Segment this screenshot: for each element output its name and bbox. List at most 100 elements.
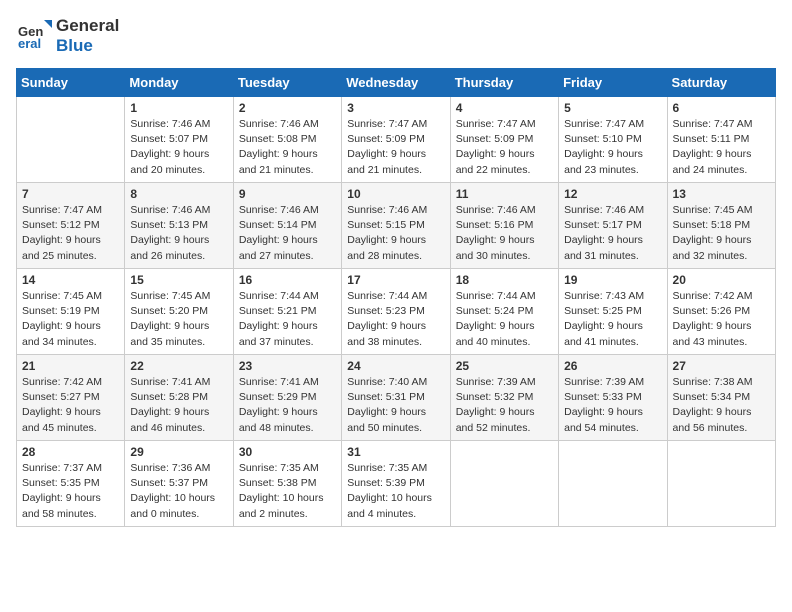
day-number: 17 xyxy=(347,273,444,287)
day-info: Sunrise: 7:39 AMSunset: 5:32 PMDaylight:… xyxy=(456,375,553,436)
day-number: 16 xyxy=(239,273,336,287)
calendar-cell: 10Sunrise: 7:46 AMSunset: 5:15 PMDayligh… xyxy=(342,183,450,269)
day-info: Sunrise: 7:42 AMSunset: 5:26 PMDaylight:… xyxy=(673,289,770,350)
day-info: Sunrise: 7:45 AMSunset: 5:18 PMDaylight:… xyxy=(673,203,770,264)
calendar-cell: 16 Sunrise: 7:44 AMSunset: 5:21 PMDayligh… xyxy=(233,269,341,355)
day-number: 18 xyxy=(456,273,553,287)
calendar-cell: 21 Sunrise: 7:42 AMSunset: 5:27 PMDayligh… xyxy=(17,355,125,441)
calendar-cell: 11 Sunrise: 7:46 AMSunset: 5:16 PMDayligh… xyxy=(450,183,558,269)
day-info: Sunrise: 7:41 AMSunset: 5:29 PMDaylight:… xyxy=(239,375,336,436)
day-number: 22 xyxy=(130,359,227,373)
day-header-wednesday: Wednesday xyxy=(342,69,450,97)
day-number: 19 xyxy=(564,273,661,287)
day-number: 11 xyxy=(456,187,553,201)
day-info: Sunrise: 7:44 AMSunset: 5:24 PMDaylight:… xyxy=(456,289,553,350)
day-info: Sunrise: 7:46 AMSunset: 5:13 PMDaylight:… xyxy=(130,203,227,264)
day-info: Sunrise: 7:40 AMSunset: 5:31 PMDaylight:… xyxy=(347,375,444,436)
day-number: 8 xyxy=(130,187,227,201)
calendar-cell: 5 Sunrise: 7:47 AMSunset: 5:10 PMDaylight… xyxy=(559,97,667,183)
logo: Gen eral General Blue xyxy=(16,16,119,56)
day-info: Sunrise: 7:41 AMSunset: 5:28 PMDaylight:… xyxy=(130,375,227,436)
week-row-3: 14 Sunrise: 7:45 AMSunset: 5:19 PMDayligh… xyxy=(17,269,776,355)
day-number: 4 xyxy=(456,101,553,115)
day-info: Sunrise: 7:39 AMSunset: 5:33 PMDaylight:… xyxy=(564,375,661,436)
day-number: 12 xyxy=(564,187,661,201)
day-header-saturday: Saturday xyxy=(667,69,775,97)
day-info: Sunrise: 7:45 AMSunset: 5:19 PMDaylight:… xyxy=(22,289,119,350)
day-info: Sunrise: 7:46 AMSunset: 5:08 PMDaylight:… xyxy=(239,117,336,178)
day-number: 27 xyxy=(673,359,770,373)
day-info: Sunrise: 7:38 AMSunset: 5:34 PMDaylight:… xyxy=(673,375,770,436)
days-header-row: SundayMondayTuesdayWednesdayThursdayFrid… xyxy=(17,69,776,97)
calendar-cell: 17 Sunrise: 7:44 AMSunset: 5:23 PMDayligh… xyxy=(342,269,450,355)
logo-wordmark: General Blue xyxy=(56,16,119,56)
week-row-5: 28Sunrise: 7:37 AMSunset: 5:35 PMDayligh… xyxy=(17,441,776,527)
calendar-cell: 18 Sunrise: 7:44 AMSunset: 5:24 PMDayligh… xyxy=(450,269,558,355)
day-info: Sunrise: 7:37 AMSunset: 5:35 PMDaylight:… xyxy=(22,461,119,522)
day-number: 14 xyxy=(22,273,119,287)
calendar-cell: 3 Sunrise: 7:47 AMSunset: 5:09 PMDaylight… xyxy=(342,97,450,183)
calendar-cell: 22 Sunrise: 7:41 AMSunset: 5:28 PMDayligh… xyxy=(125,355,233,441)
svg-text:eral: eral xyxy=(18,36,41,51)
day-info: Sunrise: 7:45 AMSunset: 5:20 PMDaylight:… xyxy=(130,289,227,350)
day-info: Sunrise: 7:46 AMSunset: 5:17 PMDaylight:… xyxy=(564,203,661,264)
calendar-table: SundayMondayTuesdayWednesdayThursdayFrid… xyxy=(16,68,776,527)
calendar-cell: 7Sunrise: 7:47 AMSunset: 5:12 PMDaylight… xyxy=(17,183,125,269)
day-number: 3 xyxy=(347,101,444,115)
day-number: 20 xyxy=(673,273,770,287)
calendar-cell: 13Sunrise: 7:45 AMSunset: 5:18 PMDayligh… xyxy=(667,183,775,269)
calendar-cell: 12 Sunrise: 7:46 AMSunset: 5:17 PMDayligh… xyxy=(559,183,667,269)
calendar-cell: 6Sunrise: 7:47 AMSunset: 5:11 PMDaylight… xyxy=(667,97,775,183)
calendar-cell: 2Sunrise: 7:46 AMSunset: 5:08 PMDaylight… xyxy=(233,97,341,183)
day-info: Sunrise: 7:46 AMSunset: 5:16 PMDaylight:… xyxy=(456,203,553,264)
day-number: 26 xyxy=(564,359,661,373)
calendar-cell: 23 Sunrise: 7:41 AMSunset: 5:29 PMDayligh… xyxy=(233,355,341,441)
day-info: Sunrise: 7:36 AMSunset: 5:37 PMDaylight:… xyxy=(130,461,227,522)
calendar-cell: 28Sunrise: 7:37 AMSunset: 5:35 PMDayligh… xyxy=(17,441,125,527)
calendar-cell: 30Sunrise: 7:35 AMSunset: 5:38 PMDayligh… xyxy=(233,441,341,527)
calendar-cell: 29 Sunrise: 7:36 AMSunset: 5:37 PMDayligh… xyxy=(125,441,233,527)
day-number: 7 xyxy=(22,187,119,201)
day-number: 10 xyxy=(347,187,444,201)
day-number: 9 xyxy=(239,187,336,201)
day-number: 31 xyxy=(347,445,444,459)
day-info: Sunrise: 7:44 AMSunset: 5:21 PMDaylight:… xyxy=(239,289,336,350)
calendar-cell: 1Sunrise: 7:46 AMSunset: 5:07 PMDaylight… xyxy=(125,97,233,183)
day-info: Sunrise: 7:35 AMSunset: 5:38 PMDaylight:… xyxy=(239,461,336,522)
day-number: 15 xyxy=(130,273,227,287)
calendar-cell xyxy=(17,97,125,183)
logo-blue: Blue xyxy=(56,36,93,55)
day-info: Sunrise: 7:43 AMSunset: 5:25 PMDaylight:… xyxy=(564,289,661,350)
day-header-friday: Friday xyxy=(559,69,667,97)
day-number: 23 xyxy=(239,359,336,373)
day-info: Sunrise: 7:47 AMSunset: 5:09 PMDaylight:… xyxy=(347,117,444,178)
calendar-cell: 27 Sunrise: 7:38 AMSunset: 5:34 PMDayligh… xyxy=(667,355,775,441)
calendar-cell: 8 Sunrise: 7:46 AMSunset: 5:13 PMDaylight… xyxy=(125,183,233,269)
week-row-1: 1Sunrise: 7:46 AMSunset: 5:07 PMDaylight… xyxy=(17,97,776,183)
day-number: 24 xyxy=(347,359,444,373)
day-info: Sunrise: 7:44 AMSunset: 5:23 PMDaylight:… xyxy=(347,289,444,350)
day-number: 25 xyxy=(456,359,553,373)
calendar-cell xyxy=(667,441,775,527)
day-info: Sunrise: 7:47 AMSunset: 5:09 PMDaylight:… xyxy=(456,117,553,178)
calendar-cell: 9Sunrise: 7:46 AMSunset: 5:14 PMDaylight… xyxy=(233,183,341,269)
week-row-4: 21 Sunrise: 7:42 AMSunset: 5:27 PMDayligh… xyxy=(17,355,776,441)
header: Gen eral General Blue xyxy=(16,16,776,56)
day-number: 5 xyxy=(564,101,661,115)
day-info: Sunrise: 7:42 AMSunset: 5:27 PMDaylight:… xyxy=(22,375,119,436)
calendar-cell: 24 Sunrise: 7:40 AMSunset: 5:31 PMDayligh… xyxy=(342,355,450,441)
calendar-cell: 25 Sunrise: 7:39 AMSunset: 5:32 PMDayligh… xyxy=(450,355,558,441)
calendar-cell: 20 Sunrise: 7:42 AMSunset: 5:26 PMDayligh… xyxy=(667,269,775,355)
day-info: Sunrise: 7:46 AMSunset: 5:07 PMDaylight:… xyxy=(130,117,227,178)
day-header-tuesday: Tuesday xyxy=(233,69,341,97)
day-info: Sunrise: 7:47 AMSunset: 5:10 PMDaylight:… xyxy=(564,117,661,178)
calendar-cell: 14 Sunrise: 7:45 AMSunset: 5:19 PMDayligh… xyxy=(17,269,125,355)
calendar-cell: 31Sunrise: 7:35 AMSunset: 5:39 PMDayligh… xyxy=(342,441,450,527)
day-number: 29 xyxy=(130,445,227,459)
day-header-sunday: Sunday xyxy=(17,69,125,97)
day-header-monday: Monday xyxy=(125,69,233,97)
calendar-cell: 19 Sunrise: 7:43 AMSunset: 5:25 PMDayligh… xyxy=(559,269,667,355)
calendar-cell: 26 Sunrise: 7:39 AMSunset: 5:33 PMDayligh… xyxy=(559,355,667,441)
day-number: 21 xyxy=(22,359,119,373)
day-info: Sunrise: 7:47 AMSunset: 5:11 PMDaylight:… xyxy=(673,117,770,178)
